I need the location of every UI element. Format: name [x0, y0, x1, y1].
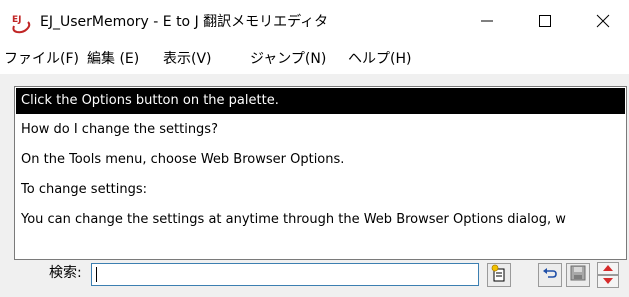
- search-label: 検索:: [49, 265, 82, 281]
- menu-jump[interactable]: ジャンプ(N): [250, 50, 326, 68]
- search-input[interactable]: [91, 263, 479, 286]
- up-down-arrows-icon: [597, 262, 619, 292]
- new-entry-icon: [490, 264, 508, 286]
- app-logo-text: EJ: [12, 15, 22, 25]
- title-bar[interactable]: EJ EJ_UserMemory - E to J 翻訳メモリエディタ: [0, 0, 629, 44]
- window-title: EJ_UserMemory - E to J 翻訳メモリエディタ: [40, 14, 329, 30]
- new-entry-button[interactable]: [487, 263, 511, 287]
- memory-list[interactable]: Click the Options button on the palette.…: [14, 86, 627, 260]
- undo-icon: [541, 264, 559, 286]
- maximize-button[interactable]: [520, 0, 570, 44]
- text-caret: [96, 267, 97, 282]
- list-item[interactable]: To change settings:: [16, 177, 625, 203]
- save-button[interactable]: [566, 263, 590, 287]
- close-icon: [596, 13, 610, 32]
- menu-bar: ファイル(F) 編集 (E) 表示(V) ジャンプ(N) ヘルプ(H): [0, 44, 629, 74]
- list-item[interactable]: Click the Options button on the palette.: [16, 88, 625, 114]
- list-item[interactable]: On the Tools menu, choose Web Browser Op…: [16, 147, 625, 173]
- minimize-icon: [480, 13, 494, 32]
- close-button[interactable]: [578, 0, 628, 44]
- undo-button[interactable]: [538, 263, 562, 287]
- menu-help[interactable]: ヘルプ(H): [348, 50, 411, 68]
- menu-edit[interactable]: 編集 (E): [87, 50, 139, 68]
- maximize-icon: [538, 13, 552, 32]
- save-icon: [569, 264, 587, 286]
- minimize-button[interactable]: [462, 0, 512, 44]
- app-window: EJ EJ_UserMemory - E to J 翻訳メモリエディタ ファイル…: [0, 0, 629, 297]
- menu-view[interactable]: 表示(V): [163, 50, 212, 68]
- app-logo-icon: EJ: [10, 12, 32, 34]
- menu-file[interactable]: ファイル(F): [4, 50, 79, 68]
- list-item[interactable]: You can change the settings at anytime t…: [16, 207, 625, 233]
- record-navigation-spinner[interactable]: [597, 262, 619, 288]
- list-item[interactable]: How do I change the settings?: [16, 117, 625, 143]
